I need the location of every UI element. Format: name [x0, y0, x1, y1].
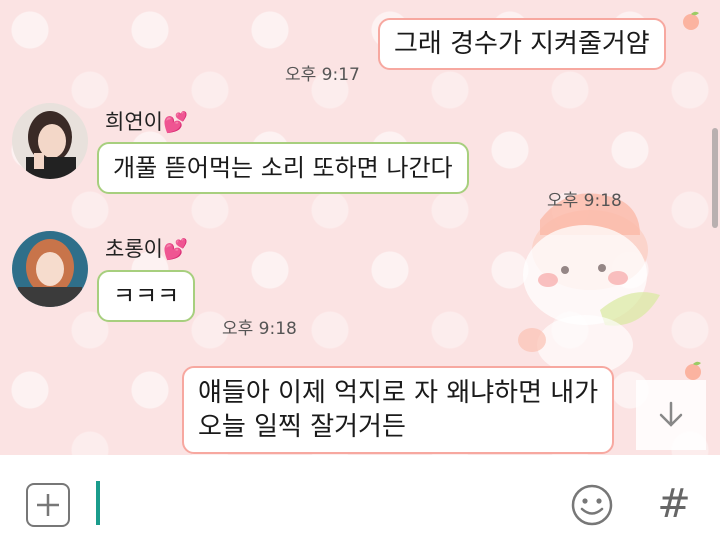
outgoing-message-bubble[interactable]: 그래 경수가 지켜줄거얌 — [378, 18, 666, 70]
chat-area[interactable]: 그래 경수가 지켜줄거얌 오후 9:17 희연이💕 개풀 뜯어먹는 소리 또하면… — [0, 0, 720, 455]
scrollbar[interactable] — [712, 128, 718, 228]
hashtag-button[interactable]: # — [652, 479, 696, 529]
outgoing-message-bubble[interactable]: 얘들아 이제 억지로 자 왜냐하면 내가 오늘 일찍 잘거거든 — [182, 366, 615, 454]
incoming-message-bubble[interactable]: 개풀 뜯어먹는 소리 또하면 나간다 — [97, 142, 469, 194]
sender-name: 초롱이💕 — [105, 237, 188, 261]
peach-icon — [683, 11, 699, 30]
heart-icon: 💕 — [162, 110, 188, 134]
sender-name: 희연이💕 — [105, 110, 188, 134]
avatar[interactable] — [12, 231, 88, 307]
plus-icon — [37, 494, 59, 516]
attach-button[interactable] — [26, 483, 70, 527]
message-time: 오후 9:18 — [222, 319, 297, 339]
message-time: 오후 9:17 — [285, 65, 360, 85]
incoming-message-bubble[interactable]: ㅋㅋㅋ — [97, 270, 196, 322]
heart-icon: 💕 — [162, 237, 188, 261]
avatar[interactable] — [12, 103, 88, 179]
scroll-to-bottom-button[interactable] — [636, 380, 706, 450]
text-caret — [96, 481, 100, 525]
emoji-button[interactable] — [570, 483, 614, 527]
message-text: 그래 경수가 지켜줄거얌 — [394, 29, 650, 59]
message-text: 개풀 뜯어먹는 소리 또하면 나간다 — [113, 154, 453, 182]
arrow-down-icon — [659, 401, 683, 427]
avatar-photo — [12, 231, 88, 307]
message-time: 오후 9:18 — [547, 191, 622, 211]
message-input[interactable] — [96, 479, 556, 523]
avatar-photo — [12, 103, 88, 179]
message-text: ㅋㅋㅋ — [113, 282, 180, 310]
message-text-line: 얘들아 이제 억지로 자 왜냐하면 내가 — [198, 378, 599, 408]
message-input-bar: # — [0, 455, 720, 540]
message-text-line: 오늘 일찍 잘거거든 — [198, 412, 406, 442]
peach-icon — [685, 361, 701, 380]
